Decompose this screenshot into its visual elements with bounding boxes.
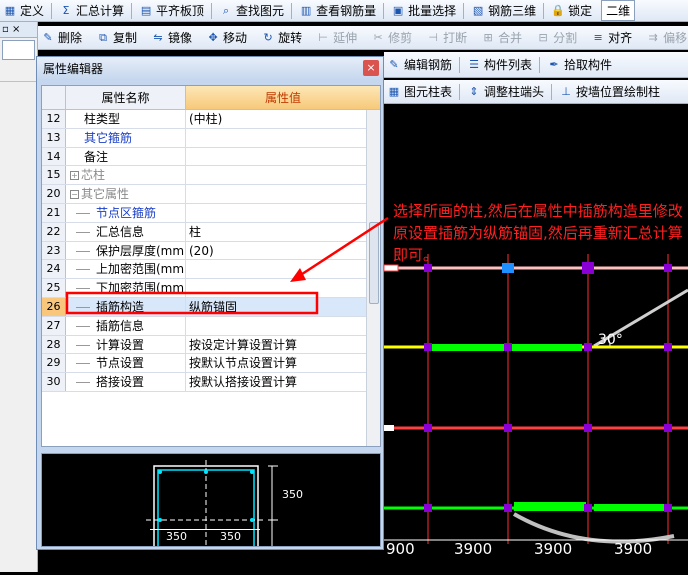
arrow-head (290, 268, 306, 282)
highlight-box (65, 291, 319, 315)
annotation-text: 选择所画的柱,然后在属性中插筋构造里修改原设置插筋为纵筋锚固,然后再重新汇总计算… (393, 202, 683, 264)
annotation-overlay (65, 216, 389, 315)
